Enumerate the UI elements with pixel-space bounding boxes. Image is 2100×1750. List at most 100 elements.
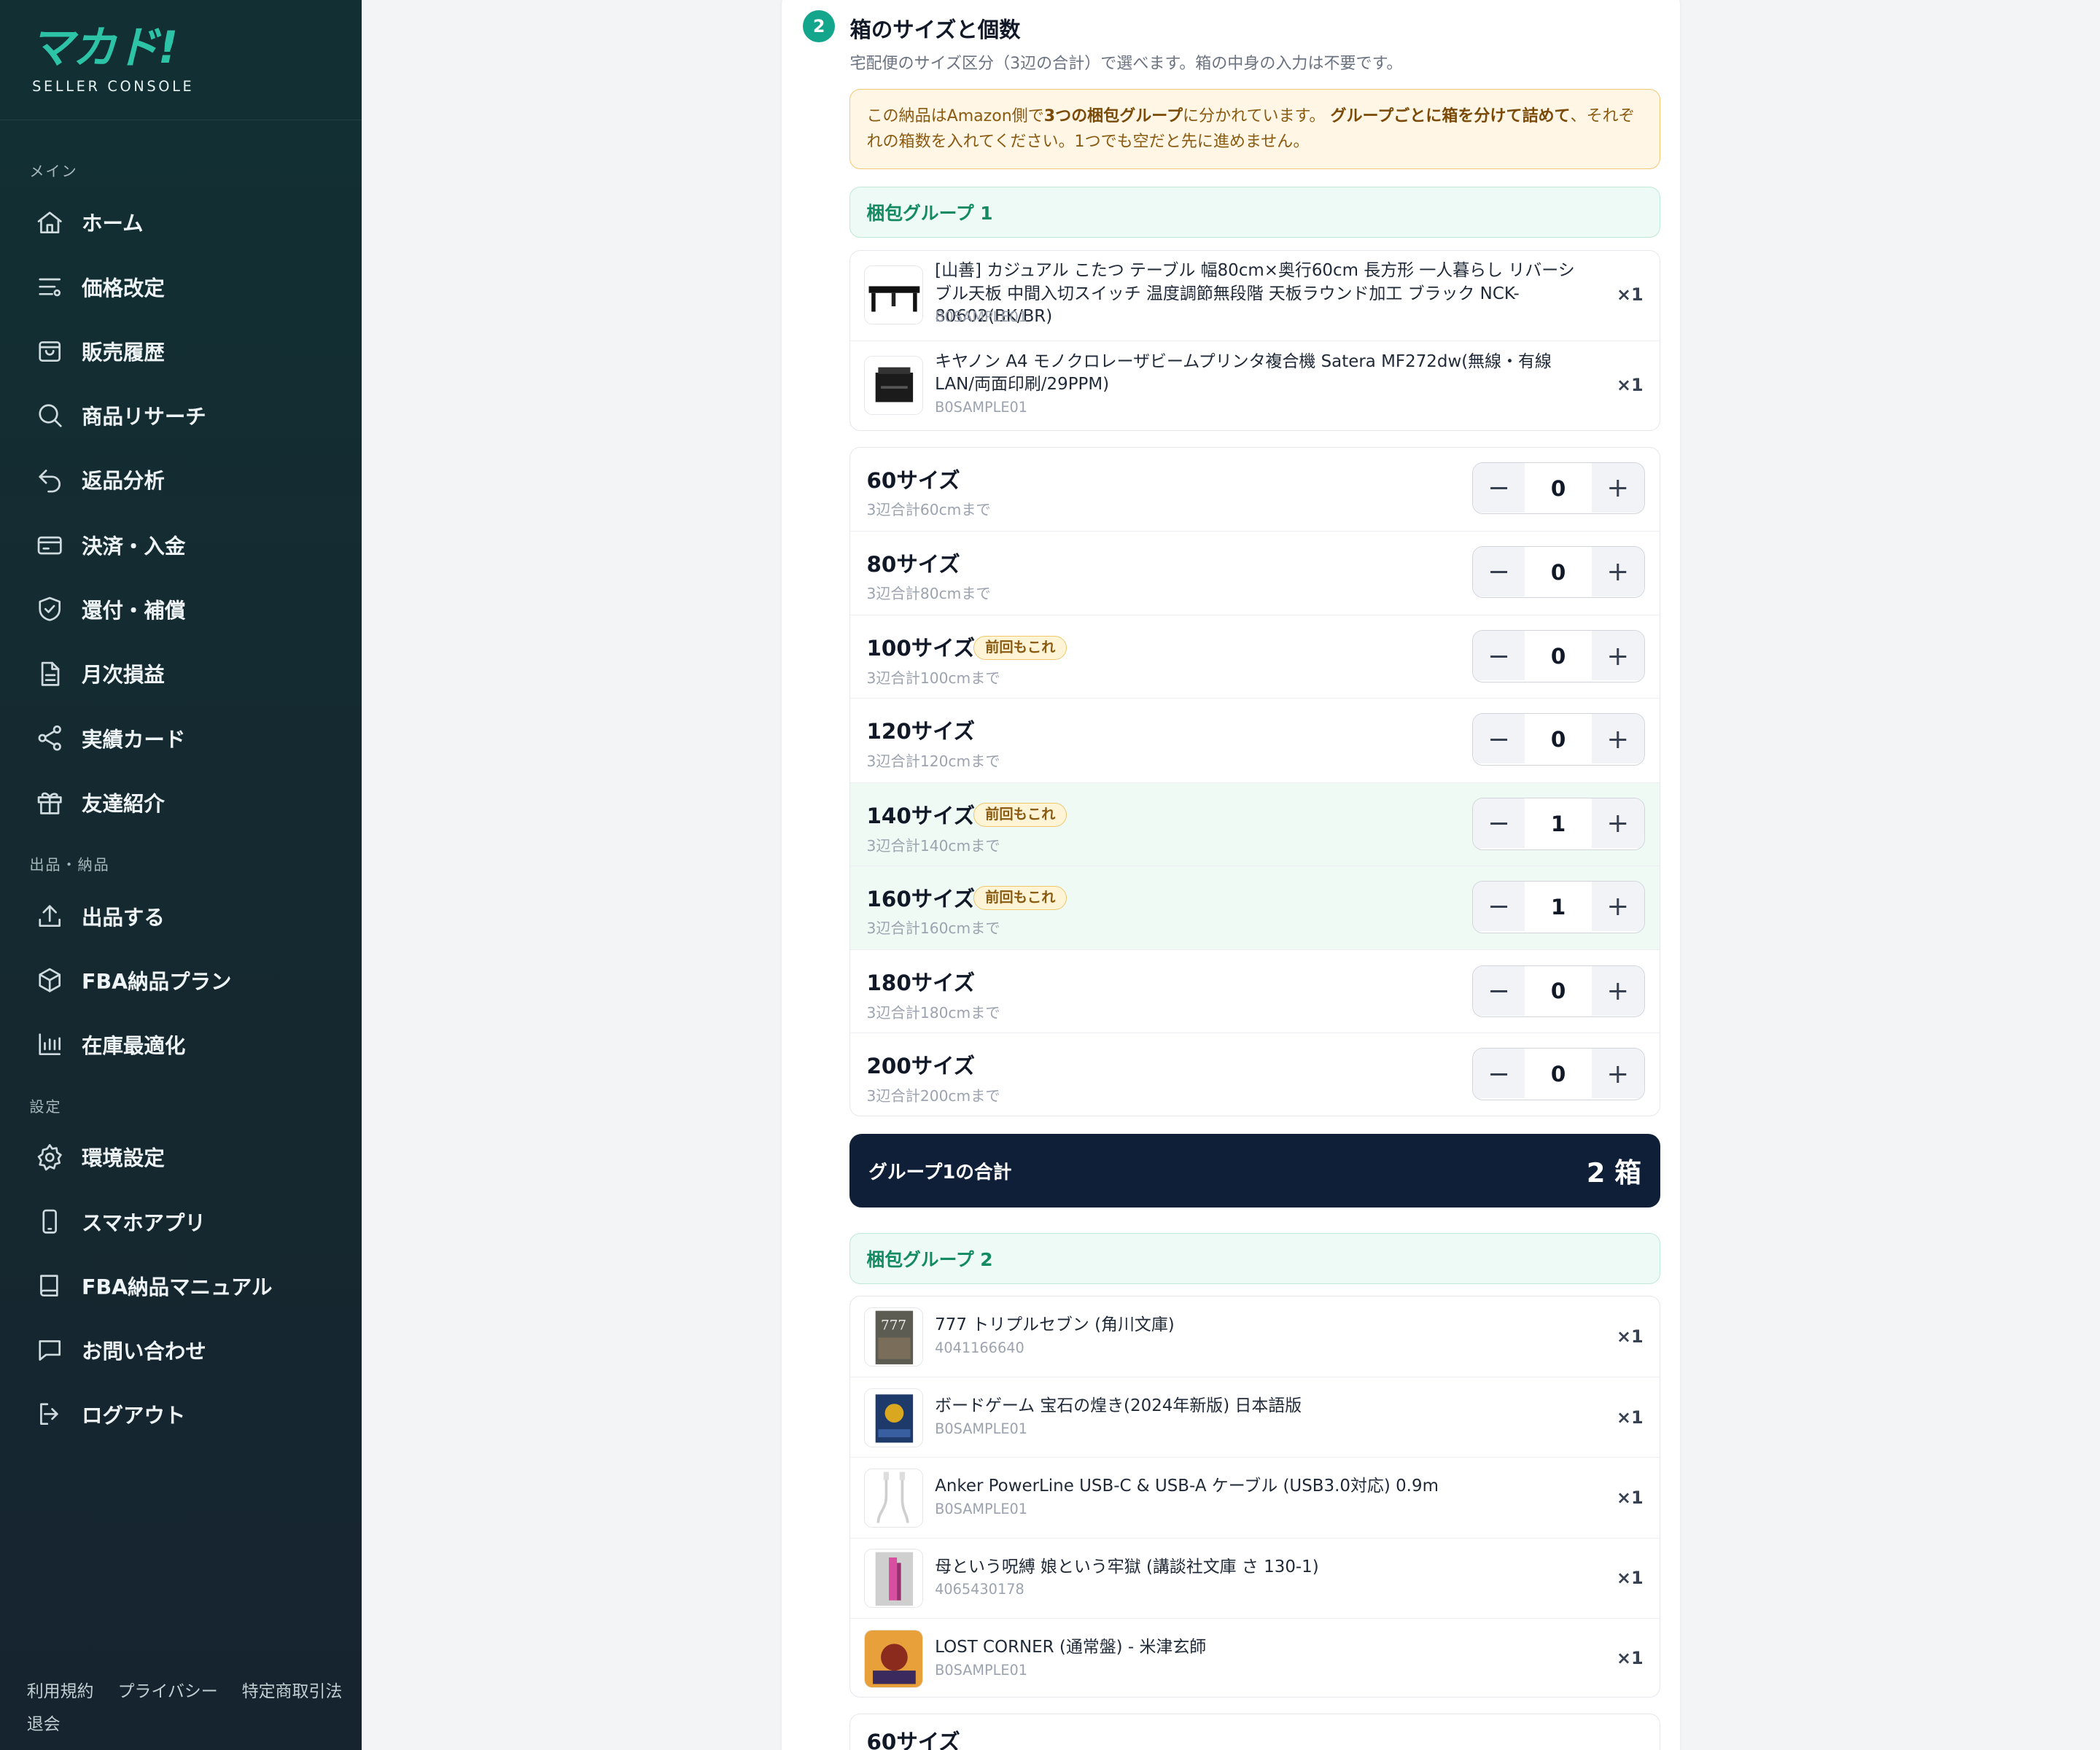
- increment-button[interactable]: +: [1591, 965, 1644, 1016]
- sidebar-item-home[interactable]: ホーム: [35, 202, 343, 242]
- notice-emphasis: グループごとに箱を分けて詰めて: [1330, 107, 1571, 126]
- size-row-60: 60サイズ 3辺合計60cmまで − 0 +: [850, 448, 1659, 532]
- increment-button[interactable]: +: [1591, 1049, 1644, 1099]
- decrement-button[interactable]: −: [1472, 546, 1525, 596]
- increment-button[interactable]: +: [1591, 462, 1644, 513]
- increment-button[interactable]: +: [1591, 631, 1644, 681]
- sidebar-item-product-research[interactable]: 商品リサーチ: [35, 395, 343, 435]
- terms-link[interactable]: 利用規約: [27, 1682, 94, 1701]
- product-name: LOST CORNER (通常盤) - 米津玄師: [935, 1637, 1207, 1657]
- sidebar-item-monthly-pl[interactable]: 月次損益: [35, 653, 343, 693]
- product-thumbnail: [863, 1469, 923, 1528]
- sidebar-item-mobile-app[interactable]: スマホアプリ: [35, 1202, 343, 1242]
- size-name: 160サイズ: [866, 886, 976, 911]
- quantity-value[interactable]: 0: [1525, 714, 1592, 765]
- sidebar-item-contact[interactable]: お問い合わせ: [35, 1330, 343, 1370]
- sidebar-item-return-analysis[interactable]: 返品分析: [35, 459, 343, 499]
- size-desc: 3辺合計200cmまで: [866, 1087, 1000, 1105]
- decrement-button[interactable]: −: [1472, 881, 1525, 931]
- increment-button[interactable]: +: [1591, 881, 1644, 931]
- sidebar-item-listing[interactable]: 出品する: [35, 896, 343, 936]
- sidebar-footer: 利用規約 プライバシー 特定商取引法: [27, 1677, 361, 1702]
- tokusho-link[interactable]: 特定商取引法: [242, 1682, 343, 1701]
- quantity-value[interactable]: 0: [1525, 463, 1592, 514]
- privacy-link[interactable]: プライバシー: [117, 1682, 217, 1701]
- decrement-button[interactable]: −: [1472, 462, 1525, 513]
- sidebar-item-label: スマホアプリ: [82, 1210, 206, 1235]
- shield-icon: [39, 597, 61, 622]
- list-item: Anker PowerLine USB-C & USB-A ケーブル (USB3…: [850, 1457, 1660, 1537]
- sidebar-item-fba-plan[interactable]: FBA納品プラン: [35, 960, 343, 1000]
- sidebar-item-inventory[interactable]: 在庫最適化: [35, 1024, 343, 1065]
- quantity-value[interactable]: 0: [1525, 966, 1592, 1017]
- size-row-120: 120サイズ 3辺合計120cmまで − 0 +: [850, 698, 1660, 782]
- product-asin: B0SAMPLE01: [935, 308, 1028, 325]
- total-value: 2 箱: [1586, 1157, 1641, 1189]
- sidebar-item-label: FBA納品プラン: [82, 969, 232, 994]
- quantity-stepper: − 0 +: [1471, 630, 1645, 683]
- size-name: 80サイズ: [866, 551, 960, 577]
- sidebar-item-price-revision[interactable]: 価格改定: [35, 267, 343, 307]
- product-thumbnail: [863, 355, 923, 415]
- quantity-stepper: − 0 +: [1471, 1048, 1645, 1101]
- group-2-products: 777 777 トリプルセブン (角川文庫) 4041166640 ×1 ボード…: [849, 1296, 1660, 1698]
- product-qty: ×1: [1617, 1648, 1644, 1669]
- sidebar-item-referral[interactable]: 友達紹介: [35, 782, 343, 822]
- product-name: 母という呪縛 娘という牢獄 (講談社文庫 さ 130-1): [935, 1557, 1319, 1576]
- withdraw-link[interactable]: 退会: [27, 1715, 61, 1734]
- decrement-button[interactable]: −: [1472, 1049, 1525, 1099]
- decrement-button[interactable]: −: [1472, 714, 1525, 764]
- sidebar-item-label: 月次損益: [82, 663, 165, 688]
- sidebar-item-sales-history[interactable]: 販売履歴: [35, 331, 343, 371]
- box-icon: [39, 968, 61, 992]
- decrement-button[interactable]: −: [1472, 798, 1525, 848]
- sidebar-item-achievement-card[interactable]: 実績カード: [35, 718, 343, 758]
- nav-section-main: メイン: [29, 162, 78, 180]
- product-qty: ×1: [1617, 1568, 1644, 1589]
- group-2-header: 梱包グループ 2: [849, 1232, 1660, 1284]
- boardgame-image: [875, 1394, 913, 1443]
- increment-button[interactable]: +: [1591, 798, 1644, 848]
- document-icon: [41, 661, 60, 686]
- bag-icon: [39, 341, 61, 362]
- step-number: 2: [803, 9, 836, 42]
- sidebar-item-label: 販売履歴: [82, 340, 165, 365]
- size-row-180: 180サイズ 3辺合計180cmまで − 0 +: [850, 949, 1660, 1034]
- upload-icon: [39, 905, 61, 928]
- decrement-button[interactable]: −: [1472, 631, 1525, 681]
- product-thumbnail: [863, 1629, 923, 1689]
- product-qty: ×1: [1617, 1326, 1644, 1347]
- sidebar-item-logout[interactable]: ログアウト: [35, 1394, 343, 1434]
- table-product-image: [868, 286, 920, 312]
- logo[interactable]: マカド!: [29, 24, 332, 72]
- increment-button[interactable]: +: [1591, 546, 1644, 596]
- gear-icon: [37, 1143, 62, 1171]
- sidebar-item-fba-manual[interactable]: FBA納品マニュアル: [35, 1266, 343, 1306]
- previous-badge: 前回もこれ: [973, 803, 1068, 828]
- gift-icon: [37, 792, 62, 814]
- size-name: 200サイズ: [866, 1054, 976, 1079]
- product-name: キヤノン A4 モノクロレーザビームプリンタ複合機 Satera MF272dw…: [935, 351, 1552, 394]
- size-name: 60サイズ: [866, 1729, 960, 1750]
- chart-icon: [39, 1033, 61, 1056]
- sidebar-item-preferences[interactable]: 環境設定: [35, 1137, 343, 1177]
- quantity-value[interactable]: 0: [1525, 1049, 1592, 1100]
- sliders-icon: [39, 278, 61, 297]
- size-row-160: 160サイズ 前回もこれ 3辺合計160cmまで − 1 +: [850, 865, 1660, 950]
- quantity-value[interactable]: 0: [1525, 631, 1592, 682]
- increment-button[interactable]: +: [1591, 714, 1644, 764]
- sidebar-item-payment[interactable]: 決済・入金: [35, 525, 343, 565]
- decrement-button[interactable]: −: [1472, 965, 1525, 1016]
- product-qty: ×1: [1617, 1407, 1644, 1428]
- list-item: LOST CORNER (通常盤) - 米津玄師 B0SAMPLE01 ×1: [850, 1617, 1660, 1697]
- quantity-value[interactable]: 1: [1525, 798, 1592, 849]
- quantity-value[interactable]: 0: [1525, 547, 1592, 598]
- book-icon: [39, 1275, 58, 1297]
- book-cover-image: [875, 1552, 913, 1606]
- chat-icon: [39, 1340, 61, 1361]
- quantity-value[interactable]: 1: [1525, 882, 1592, 933]
- product-qty: ×1: [1617, 1487, 1644, 1508]
- sidebar-item-label: 還付・補償: [82, 599, 186, 623]
- card-icon: [37, 537, 62, 555]
- sidebar-item-refund[interactable]: 還付・補償: [35, 589, 343, 629]
